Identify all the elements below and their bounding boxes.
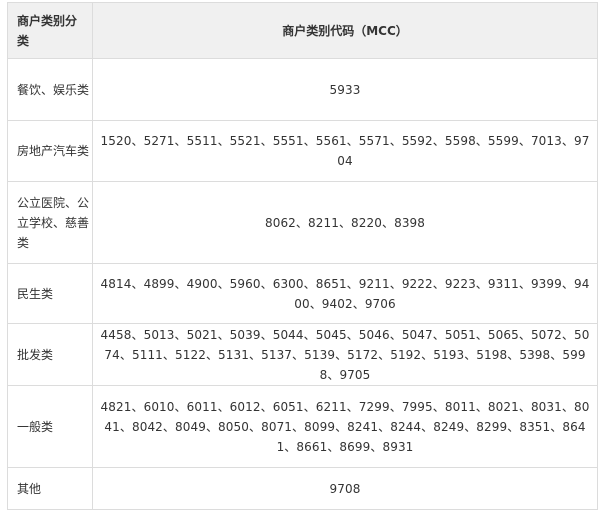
table-row: 民生类 4814、4899、4900、5960、6300、8651、9211、9…	[7, 263, 598, 324]
table-row: 其他 9708	[7, 467, 598, 510]
header-category: 商户类别分类	[7, 2, 93, 59]
row-category: 民生类	[7, 263, 93, 324]
table-row: 房地产汽车类 1520、5271、5511、5521、5551、5561、557…	[7, 120, 598, 182]
table-header-row: 商户类别分类 商户类别代码（MCC）	[7, 2, 598, 59]
row-category: 公立医院、公立学校、慈善类	[7, 181, 93, 264]
row-category: 批发类	[7, 323, 93, 386]
row-category: 其他	[7, 467, 93, 510]
row-category: 餐饮、娱乐类	[7, 58, 93, 121]
row-codes: 9708	[92, 467, 598, 510]
row-codes: 5933	[92, 58, 598, 121]
row-codes: 4814、4899、4900、5960、6300、8651、9211、9222、…	[92, 263, 598, 324]
table-row: 公立医院、公立学校、慈善类 8062、8211、8220、8398	[7, 181, 598, 264]
table-row: 批发类 4458、5013、5021、5039、5044、5045、5046、5…	[7, 323, 598, 386]
header-code: 商户类别代码（MCC）	[92, 2, 598, 59]
row-category: 房地产汽车类	[7, 120, 93, 182]
table-row: 餐饮、娱乐类 5933	[7, 58, 598, 121]
row-codes: 4821、6010、6011、6012、6051、6211、7299、7995、…	[92, 385, 598, 468]
row-codes: 4458、5013、5021、5039、5044、5045、5046、5047、…	[92, 323, 598, 386]
row-category: 一般类	[7, 385, 93, 468]
table-row: 一般类 4821、6010、6011、6012、6051、6211、7299、7…	[7, 385, 598, 468]
mcc-table-container: 商户类别分类 商户类别代码（MCC） 餐饮、娱乐类 5933 房地产汽车类 15…	[0, 0, 608, 510]
row-codes: 1520、5271、5511、5521、5551、5561、5571、5592、…	[92, 120, 598, 182]
row-codes: 8062、8211、8220、8398	[92, 181, 598, 264]
mcc-table: 商户类别分类 商户类别代码（MCC） 餐饮、娱乐类 5933 房地产汽车类 15…	[7, 2, 598, 510]
